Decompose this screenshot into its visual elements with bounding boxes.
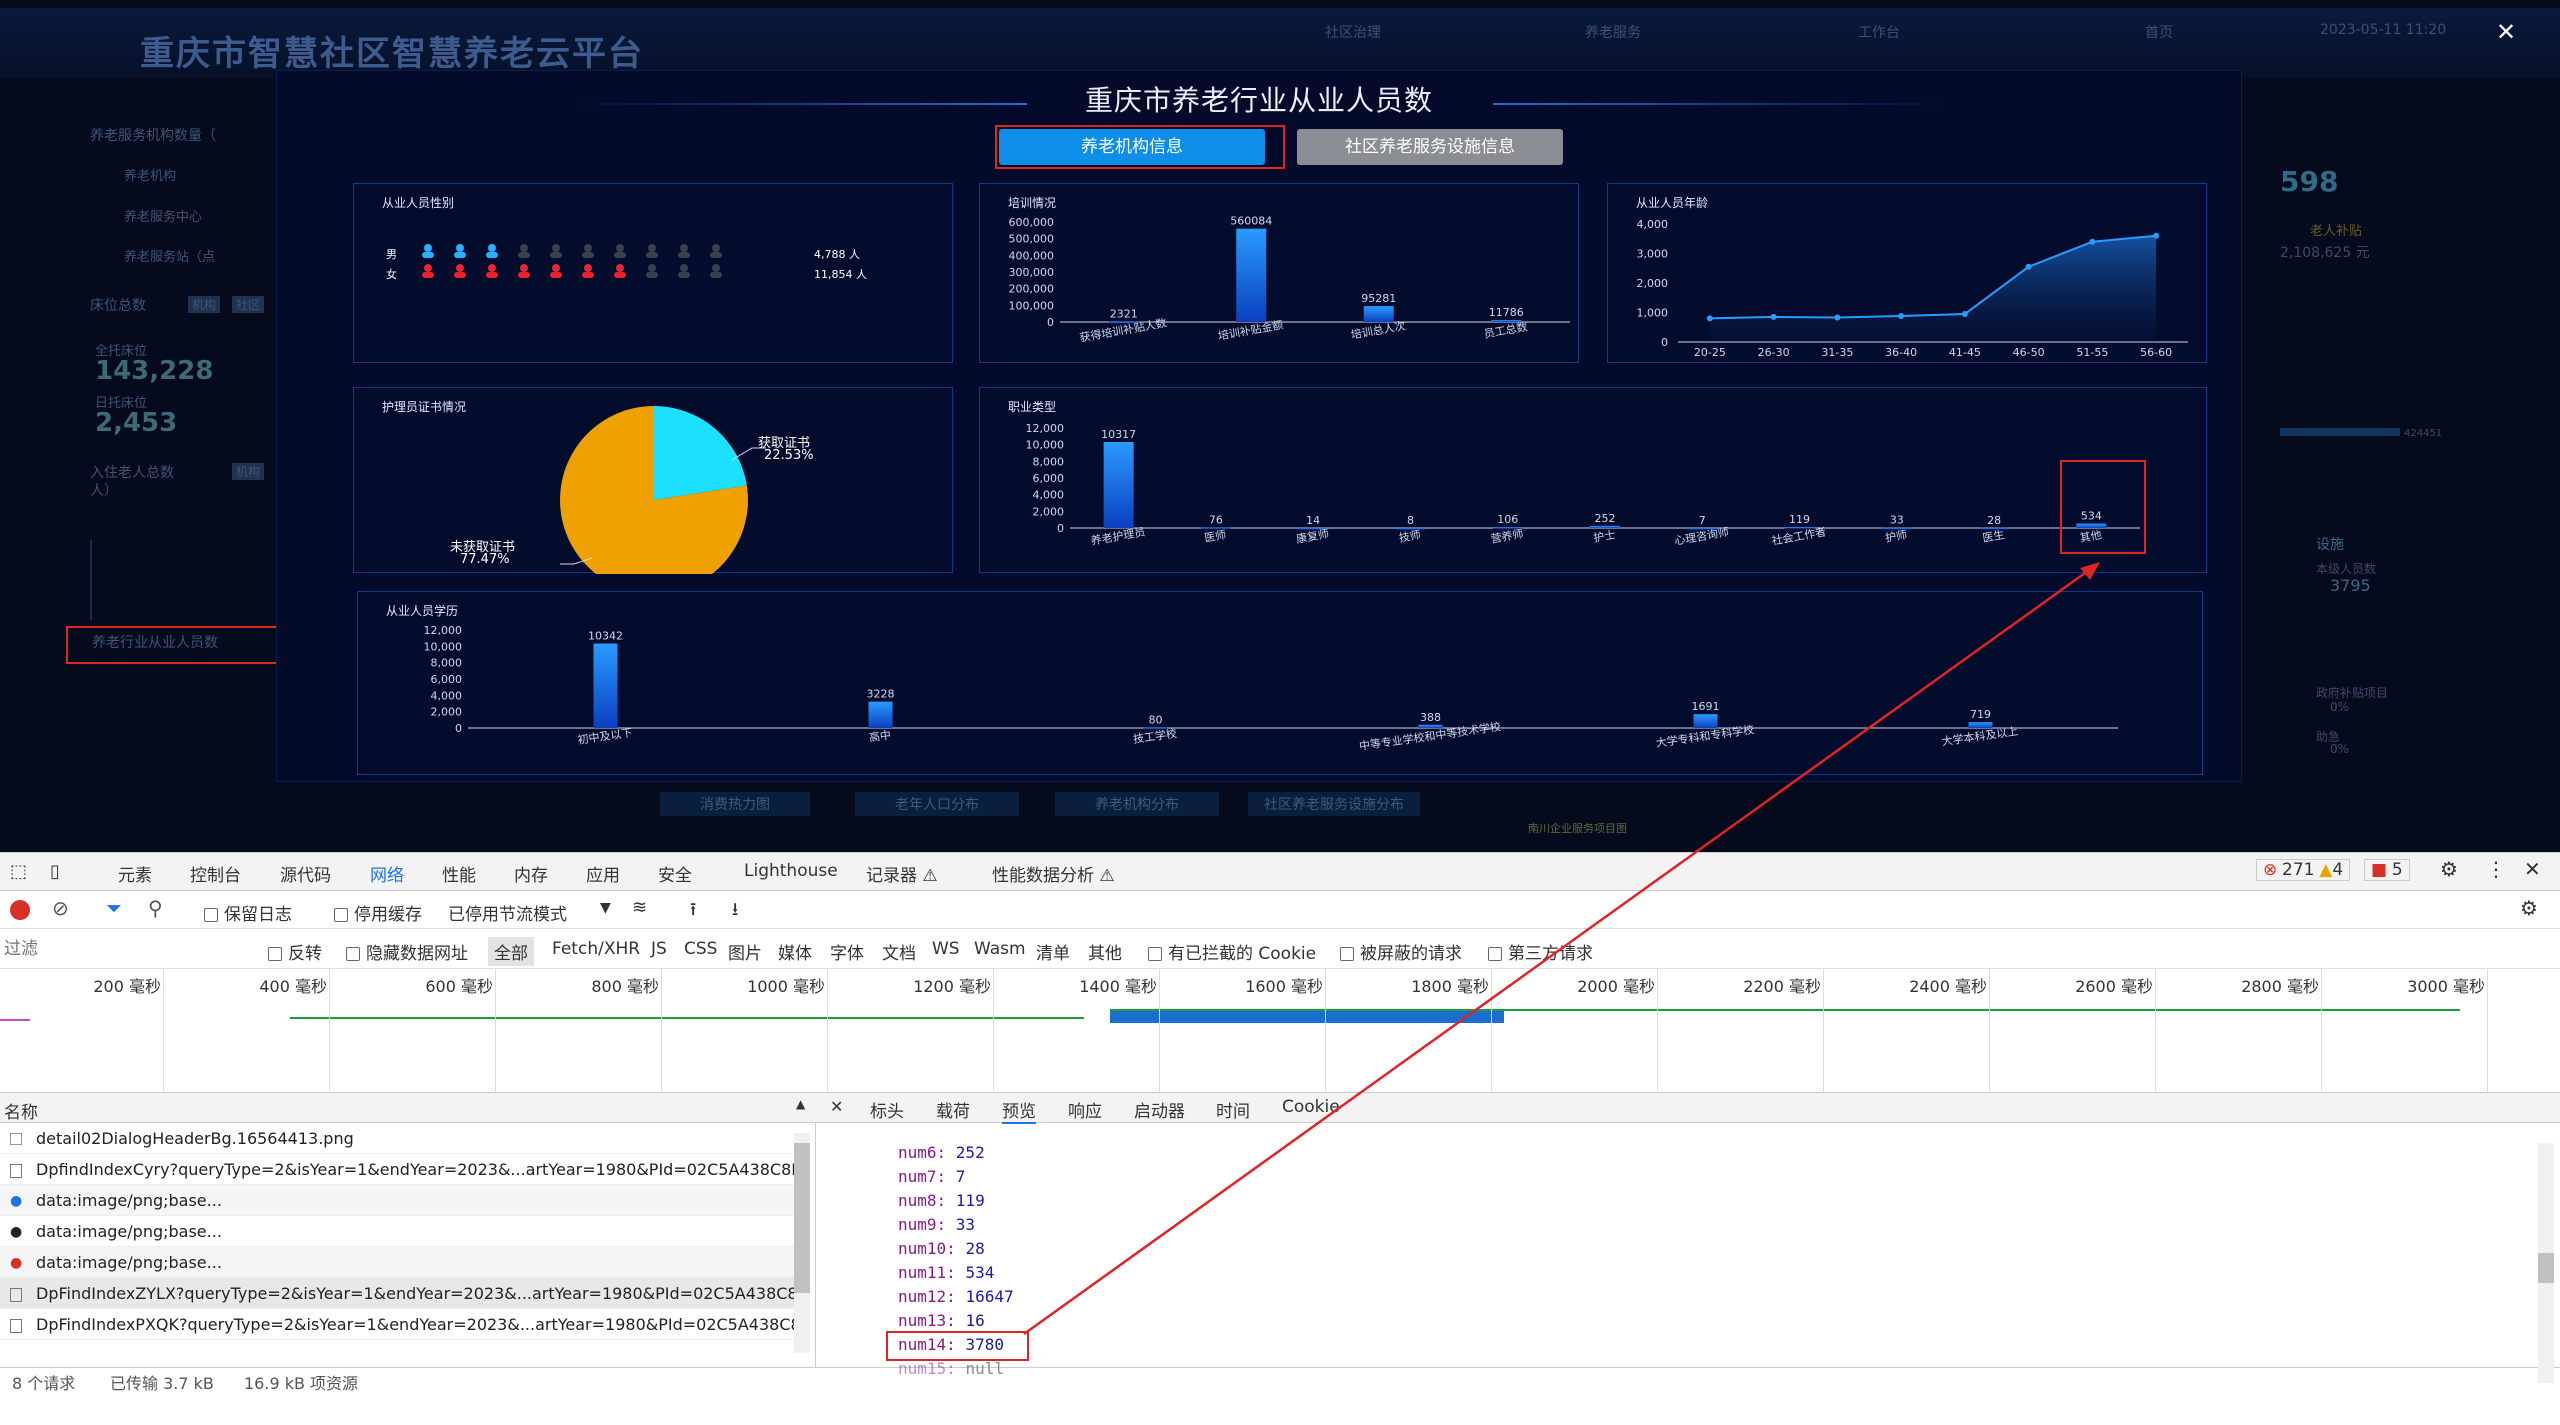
annotation-overlay (1023, 562, 2100, 1336)
annotation-arrow-line (1023, 566, 2093, 1336)
annotation-arrow-head (2080, 562, 2100, 580)
